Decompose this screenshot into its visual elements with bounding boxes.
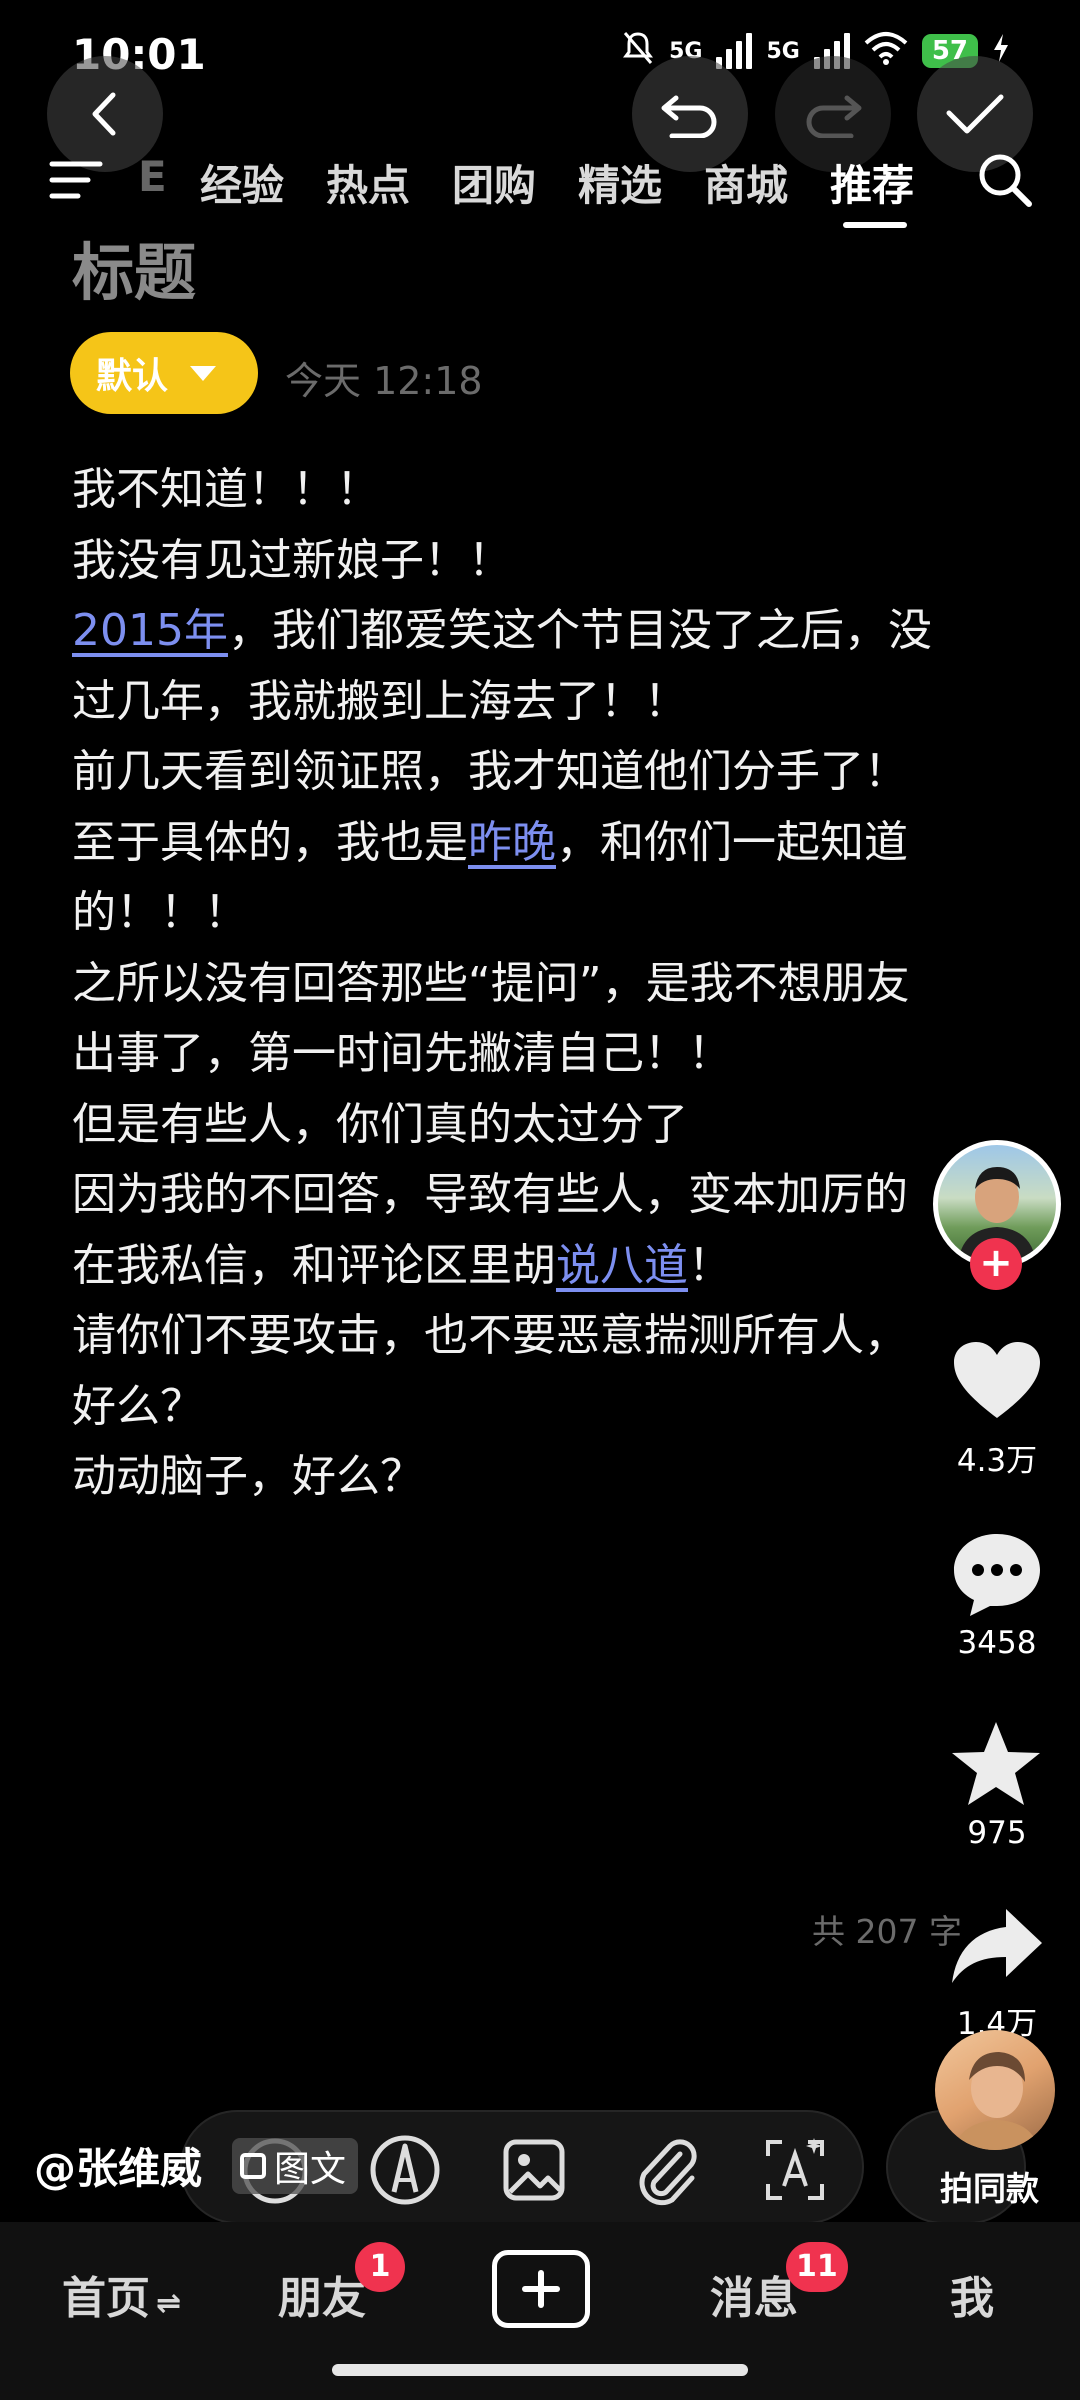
follow-button[interactable]: + — [970, 1238, 1022, 1290]
wifi-icon — [864, 31, 908, 71]
body-line: 前几天看到领证照，我才知道他们分手了！ — [72, 737, 992, 808]
tab-hot[interactable]: 热点 — [326, 152, 410, 213]
image-icon[interactable] — [502, 2138, 566, 2206]
create-post-button[interactable] — [492, 2250, 590, 2328]
tab-recommend[interactable]: 推荐 — [830, 152, 914, 213]
body-text-span: 请你们不要攻击，也不要恶意揣测所有人， — [72, 1310, 908, 1361]
title-field[interactable]: 标题 — [72, 222, 196, 312]
nav-messages[interactable]: 消息 — [710, 2262, 798, 2326]
word-count: 共 207 字 — [812, 1912, 962, 1951]
star-icon[interactable] — [950, 1720, 1042, 1812]
body-text-span: 在我私信，和评论区里胡 — [72, 1239, 556, 1291]
tab-experience[interactable]: 经验 — [200, 152, 284, 213]
body-line: 请你们不要攻击，也不要恶意揣测所有人， — [72, 1301, 992, 1372]
body-text-span: ！ — [688, 1239, 732, 1291]
active-tab-indicator — [843, 222, 907, 228]
body-line: 的！！！ — [72, 878, 992, 949]
body-text-span: 我不知道！！！ — [72, 464, 380, 515]
signal-icon-1 — [716, 33, 753, 69]
chevron-left-icon — [92, 92, 116, 136]
tab-mall[interactable]: 商城 — [704, 152, 788, 213]
body-text-span: 好么？ — [72, 1380, 204, 1432]
checkmark-icon — [946, 94, 1004, 134]
share-icon[interactable] — [950, 1905, 1044, 1989]
tuwen-tag[interactable]: 图文 — [232, 2138, 359, 2194]
tab-partial[interactable]: E — [138, 152, 167, 201]
search-icon[interactable] — [975, 150, 1035, 214]
body-text-span: 出事了，第一时间先撇清自己！！ — [72, 1028, 732, 1079]
body-text-span: 但是有些人，你们真的太过分了 — [72, 1098, 688, 1150]
friends-badge: 1 — [355, 2242, 405, 2292]
shoot-same-avatar[interactable] — [935, 2030, 1055, 2150]
body-text-span: 至于具体的，我也是 — [72, 816, 468, 868]
plus-icon — [522, 2270, 560, 2308]
body-line: 但是有些人，你们真的太过分了 — [72, 1090, 992, 1161]
body-text-span: 前几天看到领证照，我才知道他们分手了！ — [72, 746, 908, 797]
body-text-span: 我没有见过新娘子！！ — [72, 534, 512, 586]
pen-icon[interactable] — [370, 2132, 440, 2212]
favorite-count: 975 — [967, 1815, 1027, 1851]
author-handle[interactable]: @张维威 — [34, 2135, 202, 2196]
body-text-editor[interactable]: 我不知道！！！ 我没有见过新娘子！！ 2015年，我们都爱笑这个节目没了之后，没过几… — [72, 455, 992, 1513]
body-line: 出事了，第一时间先撇清自己！！ — [72, 1019, 992, 1090]
category-dropdown[interactable]: 默认 — [70, 332, 258, 414]
body-line: 2015年，我们都爱笑这个节目没了之后，没 — [72, 596, 992, 667]
body-line: 我不知道！！！ — [72, 455, 992, 526]
shoot-same-label[interactable]: 拍同款 — [940, 2162, 1039, 2210]
redo-icon — [806, 95, 862, 138]
body-text-span: 的！！！ — [72, 887, 248, 938]
body-text-span: 动动脑子，好么？ — [72, 1451, 424, 1502]
like-icon[interactable] — [952, 1340, 1042, 1426]
tab-featured[interactable]: 精选 — [578, 152, 662, 213]
ai-text-icon[interactable] — [762, 2134, 828, 2210]
body-text-span: ，我们都爱笑这个节目没了之后，没 — [227, 605, 932, 656]
hashtag-link[interactable]: 昨晚 — [468, 817, 556, 868]
attachment-icon[interactable] — [632, 2132, 698, 2210]
undo-icon — [661, 95, 717, 138]
body-line: 我没有见过新娘子！！ — [72, 526, 992, 597]
tuwen-label: 图文 — [274, 2149, 347, 2190]
menu-icon[interactable] — [48, 158, 104, 206]
image-text-icon — [240, 2153, 266, 2179]
tab-group-buy[interactable]: 团购 — [452, 152, 536, 213]
body-line: 至于具体的，我也是昨晚，和你们一起知道 — [72, 808, 992, 879]
like-count: 4.3万 — [956, 1443, 1038, 1479]
body-text-span: 过几年，我就搬到上海去了！！ — [72, 675, 688, 727]
nav-home-label: 首页 — [62, 2273, 150, 2324]
category-label: 默认 — [96, 356, 169, 397]
top-tab-bar: E 经验 热点 团购 精选 商城 推荐 — [0, 140, 1080, 228]
caret-down-icon — [190, 365, 217, 381]
body-line: 过几年，我就搬到上海去了！！ — [72, 667, 992, 738]
network-label-2: 5G — [766, 38, 800, 64]
body-line: 好么？ — [72, 1372, 992, 1443]
home-indicator — [332, 2364, 748, 2376]
nav-friends[interactable]: 朋友 — [278, 2262, 366, 2326]
body-line: 因为我的不回答，导致有些人，变本加厉的 — [72, 1160, 992, 1231]
edit-timestamp: 今天 12:18 — [285, 359, 483, 403]
comment-count: 3458 — [957, 1625, 1037, 1661]
hashtag-link[interactable]: 说八道 — [556, 1240, 688, 1291]
switch-icon: ⇌ — [156, 2286, 182, 2321]
nav-home[interactable]: 首页 ⇌ — [62, 2262, 181, 2326]
body-text-span: 因为我的不回答，导致有些人，变本加厉的 — [72, 1169, 908, 1220]
messages-badge: 11 — [786, 2242, 848, 2292]
body-line: 动动脑子，好么？ — [72, 1442, 992, 1513]
mute-bell-icon — [621, 30, 655, 72]
nav-me[interactable]: 我 — [950, 2262, 994, 2326]
body-line: 在我私信，和评论区里胡说八道！ — [72, 1231, 992, 1302]
comment-icon[interactable] — [950, 1530, 1044, 1624]
hashtag-link[interactable]: 2015年 — [72, 605, 228, 656]
body-text-span: ，和你们一起知道 — [556, 816, 908, 868]
portrait-icon — [953, 2052, 1039, 2150]
body-line: 之所以没有回答那些“提问”，是我不想朋友 — [72, 949, 992, 1020]
body-text-span: 之所以没有回答那些“提问”，是我不想朋友 — [72, 957, 910, 1009]
